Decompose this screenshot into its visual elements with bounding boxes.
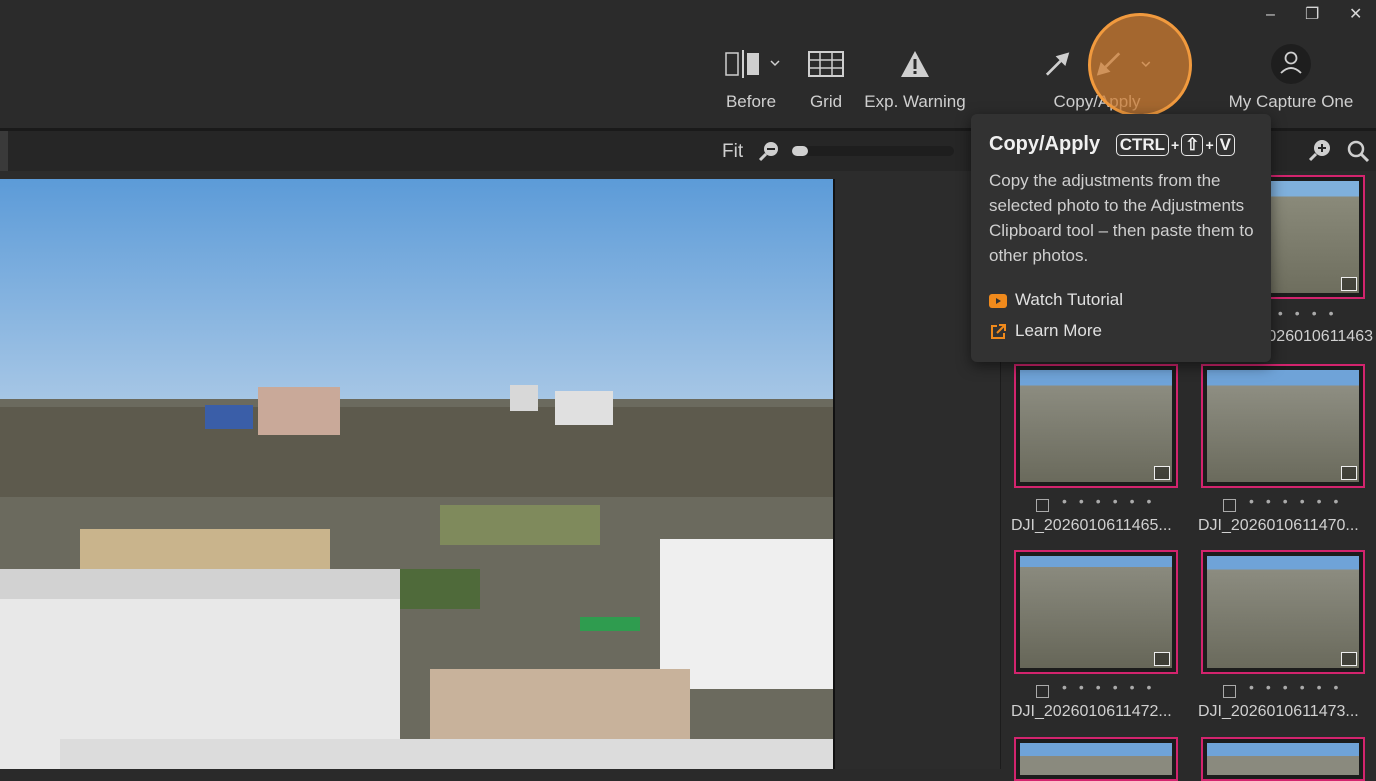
search-icon[interactable] <box>1346 139 1370 163</box>
account-icon <box>1222 44 1360 84</box>
account-label: My Capture One <box>1228 92 1354 111</box>
key-plus: + <box>1171 137 1180 153</box>
thumbnail-filename: DJI_2026010611473... <box>1198 703 1359 720</box>
select-checkbox[interactable] <box>1036 685 1049 698</box>
tooltip-title: Copy/Apply CTRL + ⇧ + V <box>989 133 1235 156</box>
shortcut-keys: CTRL + ⇧ + V <box>1115 133 1235 156</box>
close-button[interactable]: ✕ <box>1349 6 1362 24</box>
thumbnail[interactable] <box>1014 737 1178 781</box>
zoom-slider[interactable] <box>792 146 954 156</box>
grid-button[interactable]: Grid <box>800 44 852 112</box>
watch-tutorial-link[interactable]: Watch Tutorial <box>989 290 1123 310</box>
thumbnail[interactable] <box>1014 364 1178 488</box>
variant-badge-icon <box>1154 466 1170 480</box>
main-viewer <box>0 171 1000 769</box>
exp-warning-label: Exp. Warning <box>864 92 966 111</box>
select-checkbox[interactable] <box>1223 685 1236 698</box>
thumbnail-image <box>1207 370 1359 482</box>
zoom-in-icon[interactable] <box>1307 138 1333 164</box>
watch-tutorial-label: Watch Tutorial <box>1015 290 1124 309</box>
key-v: V <box>1215 134 1235 156</box>
thumbnail-rating: ••••• <box>1261 305 1346 321</box>
select-checkbox[interactable] <box>1223 499 1236 512</box>
thumbnail[interactable] <box>1201 737 1365 781</box>
play-video-icon <box>989 293 1007 308</box>
tooltip-description: Copy the adjustments from the selected p… <box>989 171 1254 265</box>
key-shift: ⇧ <box>1181 134 1204 156</box>
before-button[interactable]: Before <box>712 44 790 112</box>
thumbnail-filename: DJI_2026010611472... <box>1011 703 1172 720</box>
zoom-slider-fill <box>792 146 809 156</box>
learn-more-label: Learn More <box>1015 321 1102 340</box>
copy-apply-tooltip: Copy/Apply CTRL + ⇧ + V Copy the adjustments… <box>971 114 1271 362</box>
exp-warning-button[interactable]: Exp. Warning <box>862 44 968 112</box>
grid-icon <box>800 44 852 84</box>
external-link-icon <box>991 323 1006 339</box>
grid-label: Grid <box>809 92 843 111</box>
thumbnail-filename: DJI_2026010611470... <box>1198 517 1359 534</box>
thumbnail-rating: •••••• <box>1014 493 1184 515</box>
variant-badge-icon <box>1341 277 1357 291</box>
variant-badge-icon <box>1154 652 1170 666</box>
copy-arrow-icon[interactable] <box>1042 48 1073 80</box>
restore-button[interactable]: ❐ <box>1305 6 1319 24</box>
main-photo[interactable] <box>0 179 835 769</box>
before-after-icon <box>712 44 790 84</box>
panel-edge <box>0 131 8 171</box>
thumbnail-image <box>1020 556 1172 668</box>
learn-more-link[interactable]: Learn More <box>989 321 1102 341</box>
before-label: Before <box>725 92 777 111</box>
thumbnail[interactable] <box>1263 175 1365 299</box>
thumbnail-rating: •••••• <box>1201 493 1371 515</box>
thumbnail-rating: •••••• <box>1201 679 1371 701</box>
variant-badge-icon <box>1341 652 1357 666</box>
click-highlight <box>1088 13 1192 117</box>
tooltip-title-text: Copy/Apply <box>989 133 1101 155</box>
thumbnail[interactable] <box>1201 550 1365 674</box>
thumbnail-image <box>1020 743 1172 775</box>
thumbnail-image <box>1207 743 1359 775</box>
thumbnail-image <box>1207 556 1359 668</box>
warning-icon <box>862 44 968 84</box>
zoom-out-icon[interactable] <box>758 140 780 162</box>
thumbnail-filename: DJI_2026010611465... <box>1011 517 1172 534</box>
minimize-button[interactable]: – <box>1266 6 1275 24</box>
thumbnail[interactable] <box>1014 550 1178 674</box>
thumbnail-rating: •••••• <box>1014 679 1184 701</box>
select-checkbox[interactable] <box>1036 499 1049 512</box>
my-capture-one-button[interactable]: My Capture One <box>1222 44 1360 112</box>
key-plus: + <box>1205 137 1214 153</box>
variant-badge-icon <box>1341 466 1357 480</box>
thumbnail-filename: DJI_2026010611463... <box>1263 328 1373 345</box>
key-ctrl: CTRL <box>1115 134 1170 156</box>
fit-label[interactable]: Fit <box>722 141 743 163</box>
thumbnail-image <box>1020 370 1172 482</box>
thumbnail[interactable] <box>1201 364 1365 488</box>
